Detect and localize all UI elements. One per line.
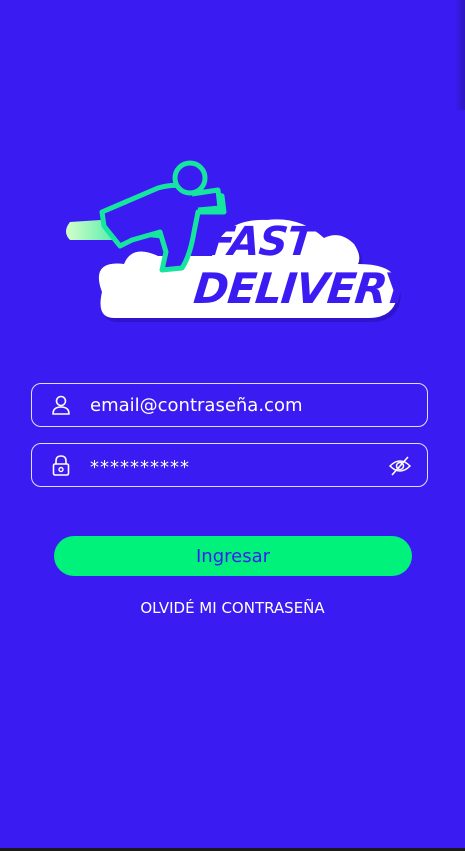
lock-icon xyxy=(50,454,72,476)
email-field[interactable]: email@contraseña.com xyxy=(31,383,428,427)
password-value: ********** xyxy=(90,457,190,478)
logo-text-fast: FAST xyxy=(205,219,316,265)
side-drawer-shadow xyxy=(455,0,465,110)
eye-off-icon[interactable] xyxy=(388,455,412,477)
login-button[interactable]: Ingresar xyxy=(54,536,412,576)
email-value: email@contraseña.com xyxy=(90,395,303,416)
app-logo: FAST DELIVERY xyxy=(62,160,415,325)
password-field[interactable]: ********** xyxy=(31,443,428,487)
login-screen: FAST DELIVERY email@contraseña.com *****… xyxy=(0,0,465,851)
forgot-password-link[interactable]: OLVIDÉ MI CONTRASEÑA xyxy=(0,599,465,617)
logo-text-delivery: DELIVERY xyxy=(191,264,415,313)
user-icon xyxy=(50,394,72,416)
